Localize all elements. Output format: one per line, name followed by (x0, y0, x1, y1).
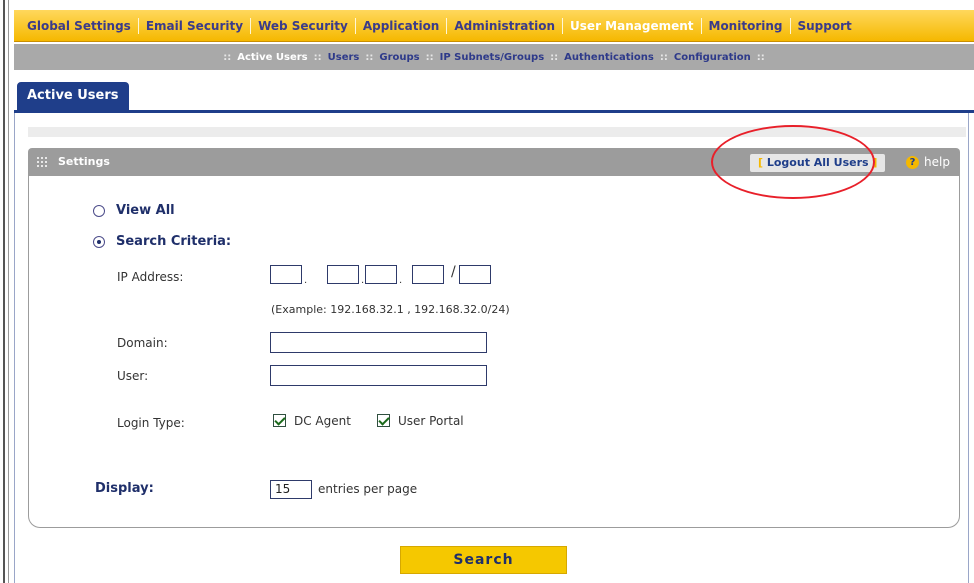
user-input[interactable] (270, 365, 487, 386)
window-left-edge (0, 0, 9, 583)
subnav-separator: :: (223, 51, 232, 63)
user-portal-checkbox[interactable] (377, 414, 390, 427)
subnav-configuration[interactable]: Configuration (674, 52, 751, 63)
nav-monitoring[interactable]: Monitoring (702, 17, 791, 34)
nav-user-management[interactable]: User Management (563, 17, 702, 34)
help-icon: ? (906, 155, 919, 169)
view-all-option: View All (93, 203, 175, 218)
ip-octet-2-input[interactable] (327, 265, 359, 284)
domain-label: Domain: (117, 336, 168, 350)
dc-agent-checkbox[interactable] (273, 414, 286, 427)
user-portal-label: User Portal (398, 414, 464, 428)
entries-per-page-label: entries per page (318, 482, 418, 496)
dc-agent-label: DC Agent (294, 414, 351, 428)
nav-web-security[interactable]: Web Security (251, 17, 356, 34)
domain-input[interactable] (270, 332, 487, 353)
nav-support[interactable]: Support (791, 18, 859, 34)
subnav-ip-subnets-groups[interactable]: IP Subnets/Groups (440, 52, 545, 63)
search-criteria-option: Search Criteria: (93, 234, 231, 249)
subnav-separator: :: (313, 51, 322, 63)
login-type-label: Login Type: (117, 416, 185, 430)
ip-octet-3-input[interactable] (365, 265, 397, 284)
subnav-authentications[interactable]: Authentications (564, 52, 654, 63)
subnav-separator: :: (365, 51, 374, 63)
subnav-groups[interactable]: Groups (379, 52, 419, 63)
nav-global-settings[interactable]: Global Settings (20, 17, 139, 34)
view-all-radio[interactable] (93, 204, 105, 217)
subnav-separator: :: (659, 51, 668, 63)
subnav-separator: :: (550, 51, 559, 63)
ip-example-hint: (Example: 192.168.32.1 , 192.168.32.0/24… (271, 303, 510, 316)
subnav-separator: :: (425, 51, 434, 63)
nav-email-security[interactable]: Email Security (139, 17, 252, 34)
settings-header: Settings [ Logout All Users ] ? help (28, 148, 960, 176)
entries-per-page-input[interactable]: 15 (270, 480, 312, 499)
logout-all-users-label: Logout All Users (766, 156, 869, 169)
help-label: help (924, 155, 950, 169)
subnav-users[interactable]: Users (328, 52, 360, 63)
subnav-active-users[interactable]: Active Users (237, 52, 307, 63)
nav-administration[interactable]: Administration (447, 17, 564, 34)
ip-octet-4-input[interactable] (412, 265, 444, 284)
tab-active-users[interactable]: Active Users (17, 82, 129, 110)
main-nav: Global Settings Email Security Web Secur… (14, 10, 974, 42)
help-link[interactable]: ? help (906, 148, 950, 176)
subnav-separator: :: (756, 51, 765, 63)
sub-nav: :: Active Users :: Users :: Groups :: IP… (14, 44, 974, 70)
ip-address-label: IP Address: (117, 270, 184, 284)
search-button[interactable]: Search (400, 546, 567, 574)
settings-title: Settings (58, 155, 110, 168)
display-label: Display: (95, 481, 154, 496)
search-criteria-label: Search Criteria: (116, 234, 232, 249)
ip-octet-1-input[interactable] (270, 265, 302, 284)
view-all-label: View All (116, 203, 175, 218)
search-criteria-radio[interactable] (93, 235, 105, 248)
content-top-strip (28, 127, 966, 137)
settings-panel (28, 176, 960, 528)
logout-all-users-button[interactable]: [ Logout All Users ] (750, 154, 886, 172)
grip-icon (37, 157, 47, 167)
nav-application[interactable]: Application (356, 17, 448, 34)
user-label: User: (117, 369, 149, 383)
ip-subnet-mask-input[interactable] (459, 265, 491, 284)
